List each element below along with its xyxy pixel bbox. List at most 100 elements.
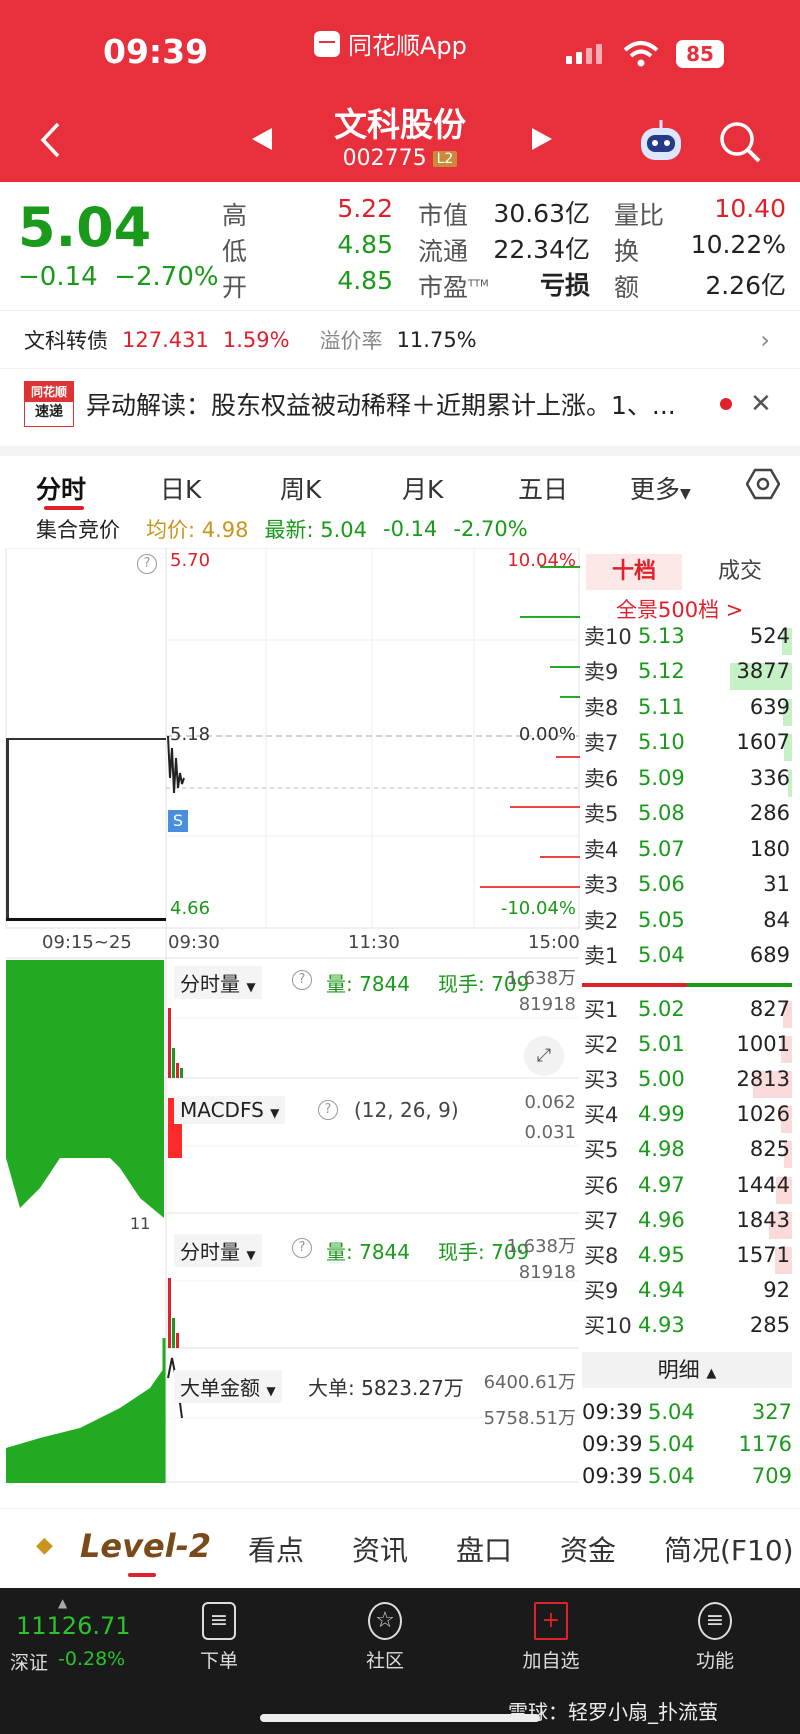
help-icon[interactable]: ? [137,554,157,574]
bid-level-row[interactable]: 买7 4.96 1843 [582,1202,792,1239]
high-value: 5.22 [337,194,393,223]
tab-level2[interactable]: Level-2 [80,1527,211,1565]
bid-level-row[interactable]: 买3 5.00 2813 [582,1061,792,1098]
bid-level-row[interactable]: 买5 4.98 825 [582,1132,792,1169]
macd-panel-selector[interactable]: MACDFS ▼ [174,1096,286,1124]
ask-level-row[interactable]: 卖9 5.12 3877 [582,654,792,690]
big-mid-label: 5758.51万 [483,1408,576,1429]
turnover-value: 10.22% [690,230,786,259]
tab-five-day[interactable]: 五日 [518,470,568,506]
tab-capital[interactable]: 资金 [560,1529,616,1569]
ask-level-row[interactable]: 卖8 5.11 639 [582,689,792,726]
app-logo-icon [314,30,340,57]
tab-fenshi[interactable]: 分时 [36,470,86,506]
bid-level-row[interactable]: 买9 4.94 92 [582,1273,792,1308]
help-icon[interactable]: ? [292,970,312,990]
amount-label: 额 [614,273,640,302]
cb-premium: 11.75% [396,327,477,352]
cb-premium-label: 溢价率 [319,328,383,353]
caret-down-icon: ▼ [270,1106,280,1120]
settings-hexagon-icon[interactable] [746,468,780,500]
trade-row: 09:39 5.04 709 [582,1458,792,1493]
home-indicator[interactable] [260,1714,540,1722]
turnover-label: 换 [614,237,640,266]
robot-assistant-icon[interactable] [636,118,686,164]
ask-level-row[interactable]: 卖6 5.09 336 [582,760,792,797]
bid-level-row[interactable]: 买6 4.97 1444 [582,1167,792,1204]
add-watchlist-button[interactable]: + 加自选 [496,1602,606,1673]
news-banner[interactable]: 同花顺 速递 异动解读：股东权益被动稀释＋近期累计上涨。1、... ✕ [0,368,800,438]
next-stock-icon[interactable] [530,126,554,152]
bid-level-volume: 285 [749,1313,790,1338]
tab-monthly-k[interactable]: 月K [402,470,443,506]
order-button[interactable]: ≡ 下单 [164,1602,274,1673]
tab-weekly-k[interactable]: 周K [280,470,321,506]
bid-level-volume-cell: 1843 [710,1207,792,1239]
bid-level-volume-cell: 92 [710,1278,792,1302]
app-name: 同花顺App [348,32,467,60]
watermark: 雪球：轻罗小扇_扑流萤 [508,1700,718,1724]
help-icon[interactable]: ? [292,1238,312,1258]
ask-level-price: 5.04 [638,943,685,967]
vol-panel2-selector[interactable]: 分时量 ▼ [174,1234,262,1267]
mcap-label: 市值 [418,201,469,230]
bid-level-price: 5.02 [638,996,685,1021]
ask-level-row[interactable]: 卖1 5.04 689 [582,938,792,973]
tab-ten-levels[interactable]: 十档 [586,554,682,590]
ask-level-row[interactable]: 卖10 5.13 524 [582,618,792,655]
ask-level-row[interactable]: 卖4 5.07 180 [582,831,792,866]
ask-level-row[interactable]: 卖3 5.06 31 [582,867,792,902]
ask-level-volume: 1607 [736,730,790,754]
convertible-bond-row[interactable]: 文科转债 127.431 1.59% 溢价率 11.75% › [0,310,800,368]
trade-volume: 709 [751,1463,792,1488]
tab-daily-k[interactable]: 日K [160,470,201,506]
ask-level-volume-cell: 180 [710,837,792,861]
pe-label: 市盈TTM [418,268,489,304]
tab-profile[interactable]: 简况(F10) [664,1529,794,1569]
index-value[interactable]: 11126.71 [16,1612,131,1640]
ask-level-row[interactable]: 卖7 5.10 1607 [582,725,792,761]
price-low-label: 4.66 [170,898,211,919]
detail-label: 明细 [657,1358,700,1382]
intraday-chart[interactable]: ? 5.70 5.18 4.66 10.04% 0.00% -10.04% S … [0,548,580,1483]
ask-level-volume: 31 [763,872,790,896]
tab-trades[interactable]: 成交 [692,554,788,590]
tab-news[interactable]: 资讯 [352,1529,408,1569]
search-icon[interactable] [718,120,762,164]
close-icon[interactable]: ✕ [750,389,772,419]
community-button[interactable]: ☆ 社区 [330,1602,440,1673]
bid-level-row[interactable]: 买1 5.02 827 [582,991,792,1028]
bid-level-label: 买5 [584,1138,619,1163]
bid-level-label: 买4 [584,1103,619,1128]
bid-level-row[interactable]: 买2 5.01 1001 [582,1026,792,1063]
vol-panel-selector[interactable]: 分时量 ▼ [174,966,262,999]
bottom-tabs: ◆ Level-2 看点 资讯 盘口 资金 简况(F10) [0,1508,800,1588]
bid-level-label: 买3 [584,1067,619,1092]
bid-level-row[interactable]: 买8 4.95 1571 [582,1237,792,1274]
bid-level-volume-cell: 1026 [710,1102,792,1134]
news-logo: 同花顺 速递 [24,380,74,427]
tab-handicap[interactable]: 盘口 [456,1529,512,1569]
help-icon[interactable]: ? [318,1100,338,1120]
ask-level-row[interactable]: 卖2 5.05 84 [582,902,792,937]
expand-icon[interactable]: ⤢ [524,1036,564,1076]
bid-level-volume: 1843 [736,1207,790,1232]
ask-level-label: 卖6 [584,766,619,791]
ask-level-row[interactable]: 卖5 5.08 286 [582,796,792,831]
ask-level-volume-cell: 639 [710,695,792,726]
bid-level-row[interactable]: 买4 4.99 1026 [582,1097,792,1134]
tab-more[interactable]: 更多▼ [630,470,691,506]
ask-level-volume-cell: 3877 [710,659,792,690]
tab-highlights[interactable]: 看点 [248,1529,304,1569]
ask-level-price: 5.07 [638,836,685,861]
bid-level-row[interactable]: 买10 4.93 285 [582,1308,792,1343]
bid-level-volume: 1001 [736,1031,790,1056]
change-value: −0.14 [18,262,98,292]
big-order-selector[interactable]: 大单金额 ▼ [174,1370,282,1403]
function-button[interactable]: ≡ 功能 [660,1602,770,1673]
ask-level-price: 5.06 [638,872,685,896]
ask-level-volume-cell: 336 [710,766,792,797]
detail-toggle[interactable]: 明细 ▲ [582,1352,792,1388]
mcap-value: 30.63亿 [493,199,590,228]
menu-icon: ≡ [698,1602,732,1640]
